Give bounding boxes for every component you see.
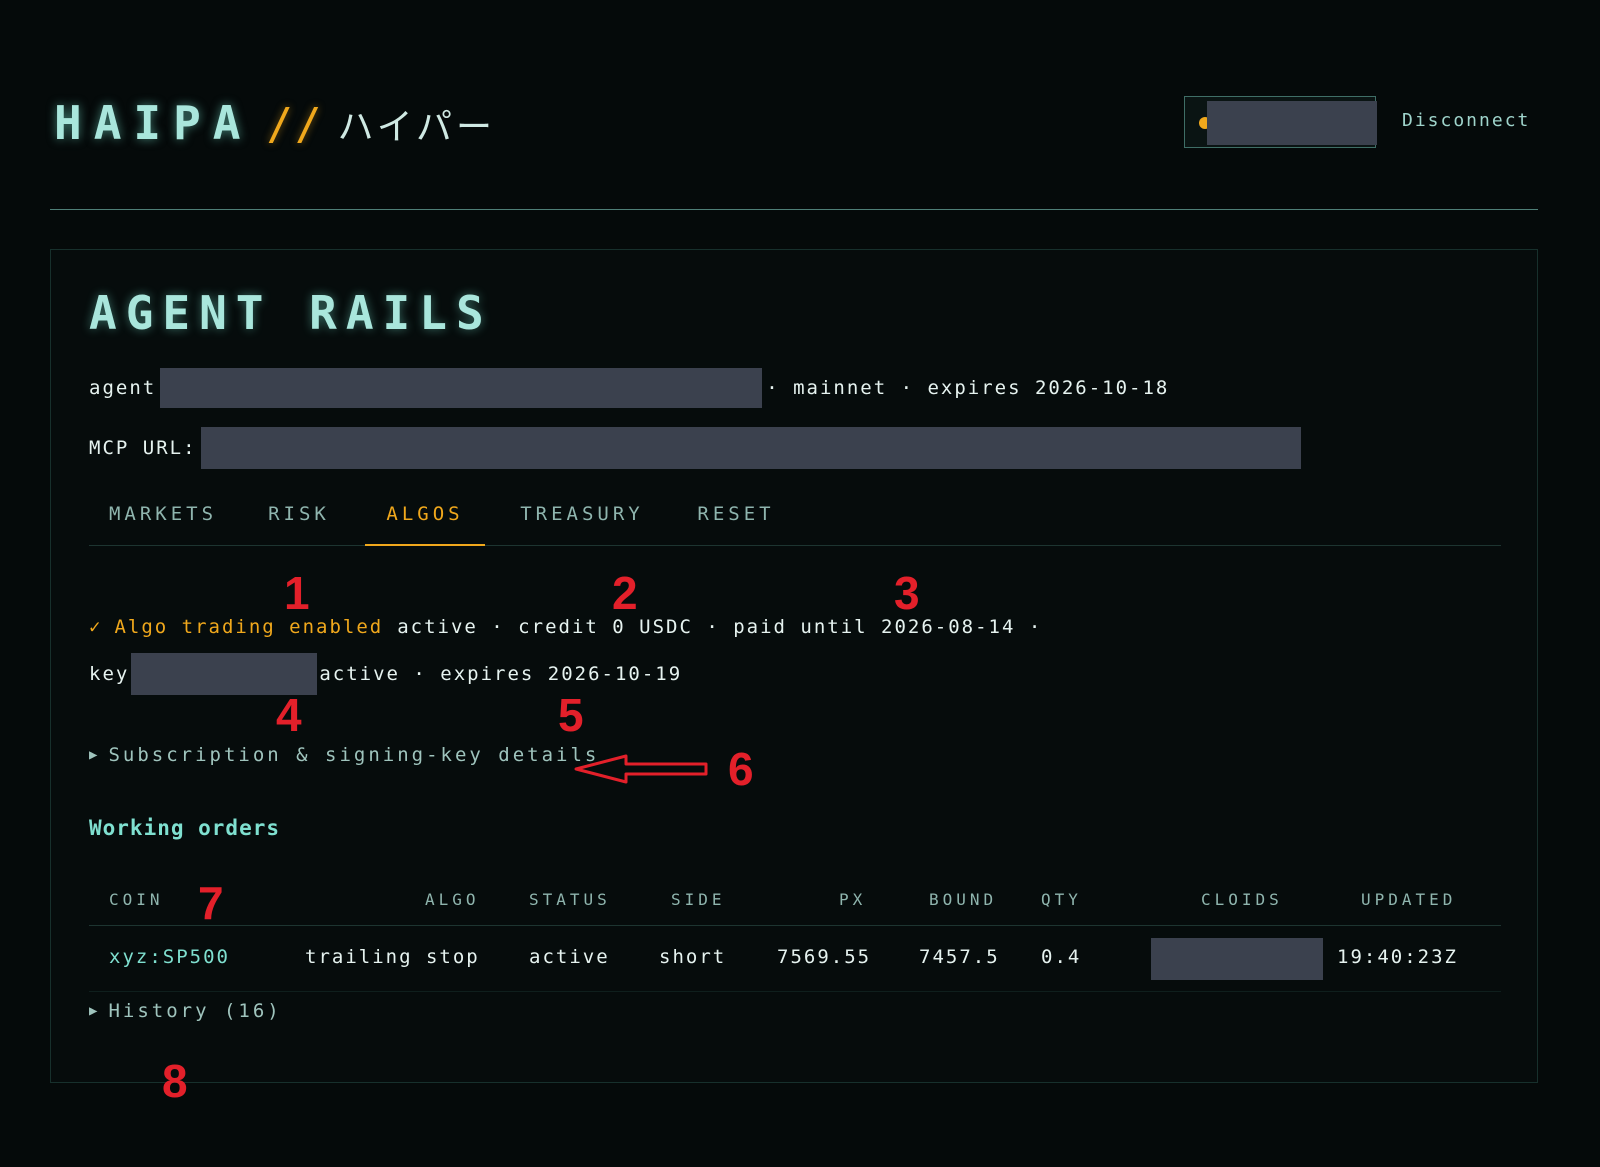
- disclosure-triangle-icon: ▶: [89, 747, 101, 763]
- column-header-cloids: CLOIDS: [1201, 890, 1283, 909]
- subscription-status: active · credit 0 USDC · paid until 2026…: [397, 616, 1043, 638]
- table-header: COIN ALGO STATUS SIDE PX BOUND QTY CLOID…: [89, 874, 1501, 926]
- disconnect-button[interactable]: Disconnect: [1402, 110, 1530, 131]
- column-header-updated: UPDATED: [1361, 890, 1457, 909]
- table-row[interactable]: xyz:SP500 trailing stop active short 756…: [89, 926, 1501, 992]
- agent-prefix: agent: [89, 377, 157, 399]
- column-header-bound: BOUND: [929, 890, 998, 909]
- redacted-mcp-url[interactable]: [200, 427, 1301, 469]
- redacted-agent-address: [160, 368, 763, 408]
- key-status: active · expires 2026-10-19: [319, 663, 683, 685]
- tab-risk[interactable]: RISK: [249, 494, 349, 546]
- cell-coin: xyz:SP500: [109, 946, 230, 968]
- annotation-marker: 3: [894, 567, 920, 619]
- cell-bound: 7457.5: [919, 946, 1000, 968]
- check-icon: ✓: [89, 616, 103, 638]
- annotation-arrow-icon: [574, 754, 708, 784]
- annotation-marker: 2: [612, 567, 638, 619]
- brand-japanese: ハイパー: [337, 107, 497, 148]
- annotation-marker: 8: [162, 1055, 188, 1107]
- column-header-qty: QTY: [1041, 890, 1082, 909]
- tab-bar: MARKETS RISK ALGOS TREASURY RESET: [89, 494, 1501, 546]
- column-header-px: PX: [839, 890, 867, 909]
- cell-side: short: [659, 946, 727, 968]
- redacted-cloids: [1151, 938, 1323, 980]
- tab-treasury[interactable]: TREASURY: [499, 494, 665, 546]
- cell-updated: 19:40:23Z: [1337, 946, 1458, 968]
- annotation-marker: 7: [198, 877, 224, 929]
- agent-network-expiry: · mainnet · expires 2026-10-18: [766, 377, 1170, 399]
- history-toggle[interactable]: ▶ History (16): [89, 1000, 282, 1022]
- page-title: AGENT RAILS: [89, 286, 493, 340]
- cell-algo: trailing stop: [305, 946, 480, 968]
- column-header-status: STATUS: [529, 890, 611, 909]
- annotation-marker: 1: [284, 567, 310, 619]
- working-orders-table: COIN ALGO STATUS SIDE PX BOUND QTY CLOID…: [89, 874, 1501, 992]
- key-prefix: key: [89, 663, 130, 685]
- cell-px: 7569.55: [777, 946, 872, 968]
- header-divider: [50, 209, 1538, 210]
- annotation-marker: 4: [276, 689, 302, 741]
- disclosure-triangle-icon: ▶: [89, 1003, 101, 1019]
- agent-rails-panel: AGENT RAILS agent · mainnet · expires 20…: [50, 249, 1538, 1083]
- tab-reset[interactable]: RESET: [675, 494, 797, 546]
- mcp-url-label: MCP URL:: [89, 437, 197, 459]
- annotation-marker: 6: [728, 743, 754, 795]
- wallet-address-badge[interactable]: [1184, 96, 1377, 148]
- brand-logo: HAIPA // ハイパー: [54, 96, 496, 150]
- mcp-url-line: MCP URL:: [89, 427, 1301, 469]
- history-label: History (16): [108, 1000, 282, 1022]
- algo-enabled-label: Algo trading enabled: [114, 616, 384, 638]
- brand-separator: //: [266, 99, 324, 150]
- cell-status: active: [529, 946, 610, 968]
- tab-markets[interactable]: MARKETS: [89, 494, 237, 546]
- working-orders-title: Working orders: [89, 816, 281, 840]
- tab-algos[interactable]: ALGOS: [365, 494, 485, 546]
- annotation-marker: 5: [558, 689, 584, 741]
- column-header-side: SIDE: [671, 890, 726, 909]
- brand-name: HAIPA: [54, 96, 253, 150]
- agent-info-line: agent · mainnet · expires 2026-10-18: [89, 368, 1169, 408]
- app-header: HAIPA // ハイパー Disconnect: [50, 80, 1538, 170]
- subscription-details-toggle[interactable]: ▶ Subscription & signing-key details: [89, 744, 599, 766]
- details-label: Subscription & signing-key details: [108, 744, 600, 766]
- cell-qty: 0.4: [1041, 946, 1082, 968]
- signing-key-line: key active · expires 2026-10-19: [89, 653, 682, 695]
- column-header-algo: ALGO: [425, 890, 480, 909]
- column-header-coin: COIN: [109, 890, 164, 909]
- redacted-wallet-address: [1207, 101, 1377, 145]
